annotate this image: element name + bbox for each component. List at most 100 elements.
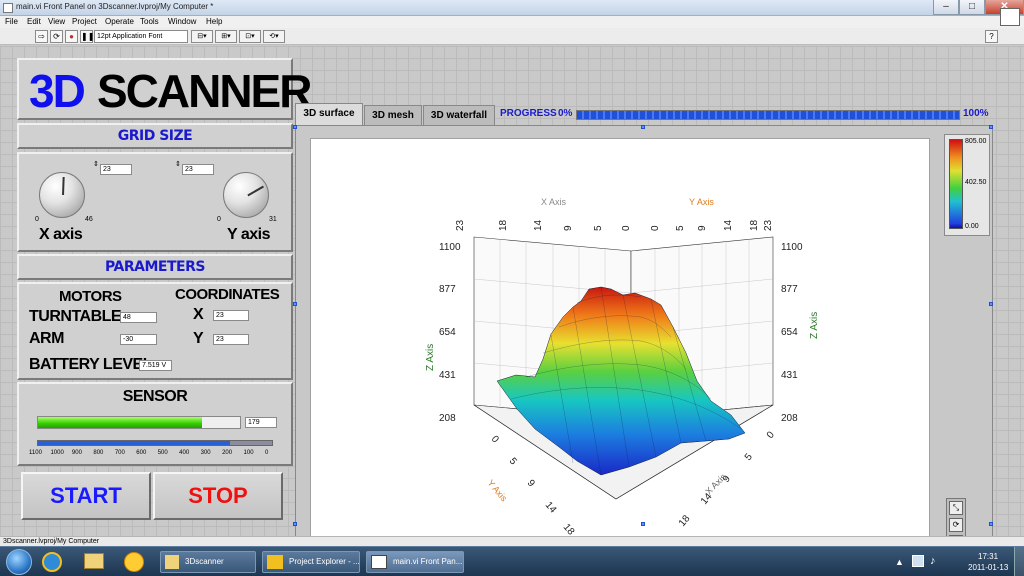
selection-handle[interactable]	[293, 522, 297, 526]
tray-arrow-icon[interactable]: ▲	[895, 557, 904, 567]
x-axis-knob[interactable]	[39, 172, 85, 218]
font-selector[interactable]: 12pt Application Font	[94, 30, 188, 43]
pause-icon[interactable]: ❚❚	[80, 30, 94, 43]
progress-bar	[576, 110, 960, 120]
y-axis-label: Y axis	[227, 226, 270, 243]
clock-date[interactable]: 2011-01-13	[968, 563, 1008, 572]
arm-value: -30	[120, 334, 157, 345]
z-tick-label: 431	[781, 370, 798, 381]
y-axis-knob[interactable]	[223, 172, 269, 218]
z-tick-label: 208	[781, 413, 798, 424]
task-item-main-vi[interactable]: main.vi Front Pan...	[366, 551, 464, 573]
tab-3d-waterfall[interactable]: 3D waterfall	[423, 105, 495, 125]
selection-handle[interactable]	[641, 125, 645, 129]
clock-time[interactable]: 17:31	[978, 552, 998, 561]
color-ramp-panel: 805.00 402.50 0.00	[944, 134, 990, 236]
x-knob-min: 0	[35, 216, 39, 223]
title-scanner: SCANNER	[97, 65, 312, 117]
vi-icon	[1000, 8, 1020, 26]
ramp-tick-min: 0.00	[965, 223, 979, 230]
selection-handle[interactable]	[641, 522, 645, 526]
stop-button[interactable]: STOP	[153, 472, 283, 520]
selection-handle[interactable]	[989, 302, 993, 306]
sensor-value: 179	[245, 417, 277, 428]
menu-view[interactable]: View	[48, 16, 65, 28]
resize-objects-icon[interactable]: ⊡▾	[239, 30, 261, 43]
x-front-tick-label: 0	[765, 429, 777, 441]
start-orb-icon[interactable]	[6, 549, 32, 575]
top-tick-label: 18	[498, 219, 509, 231]
x-knob-max: 46	[85, 216, 93, 223]
menu-project[interactable]: Project	[72, 16, 97, 28]
selection-handle[interactable]	[989, 522, 993, 526]
run-continuously-icon[interactable]: ⟳	[50, 30, 63, 43]
start-button[interactable]: START	[21, 472, 151, 520]
title-panel: 3D SCANNER	[17, 58, 312, 120]
selection-handle[interactable]	[989, 125, 993, 129]
y-grid-input[interactable]: 23	[182, 164, 214, 175]
parameters-panel: MOTORS COORDINATES TURNTABLE 48 X 23 ARM…	[17, 282, 293, 380]
toolbar: ⇨ ⟳ ● ❚❚ 12pt Application Font ⊟▾ ⊞▾ ⊡▾ …	[0, 28, 1024, 45]
selection-handle[interactable]	[293, 302, 297, 306]
volume-icon[interactable]: ♪	[930, 555, 936, 567]
menu-help[interactable]: Help	[206, 16, 222, 28]
parameters-header: PARAMETERS	[105, 259, 205, 275]
grid-size-header-panel: GRID SIZE	[17, 123, 293, 149]
menu-edit[interactable]: Edit	[27, 16, 41, 28]
folder-icon[interactable]	[84, 553, 104, 569]
progress-max: 100%	[963, 108, 989, 119]
plot-area[interactable]: 23 18 14 9 5 0 0 5 9 14 18 23 1100 877 654 431 208 1100…	[310, 138, 930, 566]
menu-tools[interactable]: Tools	[140, 16, 159, 28]
task-item-project-explorer[interactable]: Project Explorer - ...	[262, 551, 360, 573]
z-axis-title-right: Z Axis	[809, 312, 820, 339]
sun-icon[interactable]	[124, 552, 144, 572]
minimize-button[interactable]: –	[933, 0, 959, 15]
parameters-header-panel: PARAMETERS	[17, 254, 293, 280]
front-panel: 3D SCANNER GRID SIZE ⇕ 23 ⇕ 23 0 46 X ax…	[0, 46, 1024, 571]
rotate-icon[interactable]: ⟳	[949, 518, 963, 532]
sensor-scale: 1100 1000 900 800 700 600 500 400 300 200 100 0	[29, 450, 279, 460]
sensor-slider-track[interactable]	[37, 440, 273, 446]
help-icon[interactable]: ?	[985, 30, 998, 43]
zoom-icon[interactable]: ⤡	[949, 501, 963, 515]
top-tick-label: 14	[533, 219, 544, 231]
task-label: 3Dscanner	[185, 557, 224, 566]
menu-window[interactable]: Window	[168, 16, 196, 28]
x-front-tick-label: 18	[677, 513, 693, 529]
sensor-level-fill	[38, 417, 202, 428]
task-item-3dscanner[interactable]: 3Dscanner	[160, 551, 256, 573]
abort-icon[interactable]: ●	[65, 30, 78, 43]
x-grid-input[interactable]: 23	[100, 164, 132, 175]
selection-handle[interactable]	[293, 125, 297, 129]
menu-file[interactable]: File	[5, 16, 18, 28]
z-tick-label: 1100	[439, 242, 461, 253]
network-icon[interactable]	[912, 555, 924, 567]
ramp-tick-mid: 402.50	[965, 179, 987, 186]
reorder-icon[interactable]: ⟲▾	[263, 30, 285, 43]
motors-label: MOTORS	[59, 288, 122, 305]
coord-y-value: 23	[213, 334, 249, 345]
menu-bar: File Edit View Project Operate Tools Win…	[0, 8, 1024, 28]
z-tick-labels-right: 1100 877 654 431 208	[781, 242, 803, 424]
browser-icon[interactable]	[42, 552, 62, 572]
align-objects-icon[interactable]: ⊟▾	[191, 30, 213, 43]
sensor-slider-fill	[38, 441, 230, 445]
color-ramp[interactable]	[949, 139, 963, 229]
distribute-objects-icon[interactable]: ⊞▾	[215, 30, 237, 43]
y-stepper-icon[interactable]: ⇕	[175, 160, 181, 168]
x-stepper-icon[interactable]: ⇕	[93, 160, 99, 168]
maximize-button[interactable]: □	[959, 0, 985, 15]
tab-3d-surface[interactable]: 3D surface	[295, 103, 363, 125]
run-arrow-icon[interactable]: ⇨	[35, 30, 48, 43]
tab-page: 23 18 14 9 5 0 0 5 9 14 18 23 1100 877 654 431 208 1100…	[295, 125, 993, 571]
show-desktop-button[interactable]	[1014, 547, 1024, 576]
menu-operate[interactable]: Operate	[105, 16, 134, 28]
tab-3d-mesh[interactable]: 3D mesh	[364, 105, 422, 125]
top-tick-label: 14	[723, 219, 734, 231]
sensor-scale-tick: 300	[200, 450, 211, 456]
x-axis-label: X axis	[39, 226, 83, 243]
y-knob-max: 31	[269, 216, 277, 223]
vi-window-icon	[371, 555, 387, 569]
sensor-scale-tick: 100	[243, 450, 254, 456]
turntable-label: TURNTABLE	[29, 308, 122, 325]
